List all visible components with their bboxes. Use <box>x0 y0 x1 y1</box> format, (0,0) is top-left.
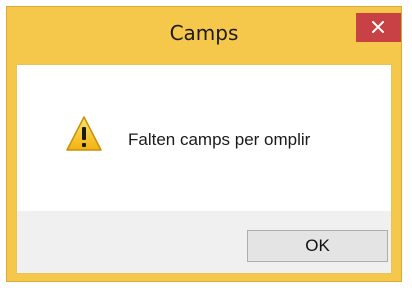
title-bar[interactable]: Camps <box>7 7 401 63</box>
close-button[interactable] <box>356 13 401 42</box>
dialog-content: Falten camps per omplir OK <box>16 64 392 274</box>
dialog-title: Camps <box>169 21 239 45</box>
dialog-window: Camps Falten camps per omplir OK <box>6 6 402 282</box>
close-icon <box>372 21 384 33</box>
warning-icon <box>66 116 102 151</box>
message-area: Falten camps per omplir <box>17 65 391 211</box>
ok-button[interactable]: OK <box>247 230 388 262</box>
button-area: OK <box>17 211 391 273</box>
dialog-message: Falten camps per omplir <box>128 130 311 149</box>
